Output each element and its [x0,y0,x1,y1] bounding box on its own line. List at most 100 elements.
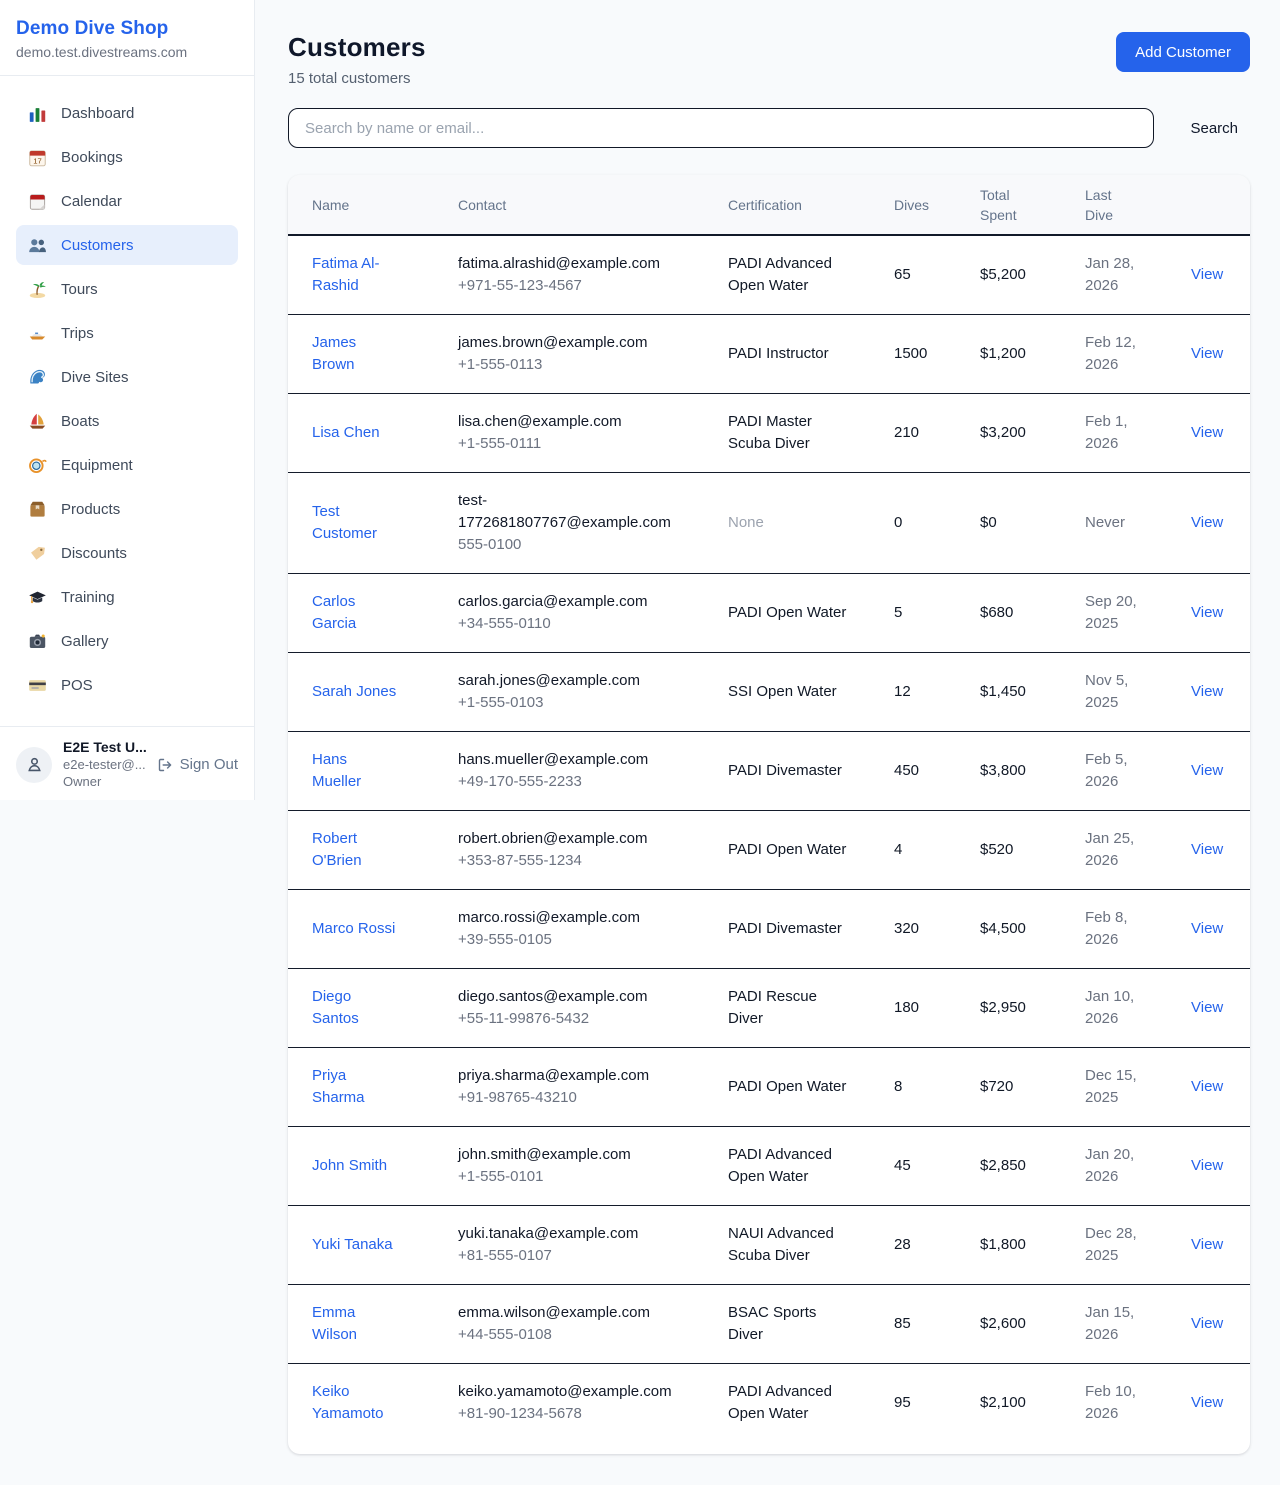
customer-name-link[interactable]: John Smith [312,1155,387,1177]
customer-total-spent: $1,800 [980,1206,1085,1285]
sidebar-item-label: Training [61,589,115,606]
tours-icon [28,280,47,299]
customer-last-dive: Jan 28, 2026 [1085,235,1191,315]
column-header-last-dive: Last Dive [1085,175,1191,235]
customer-name-link[interactable]: Diego Santos [312,986,398,1030]
sidebar-item-trips[interactable]: Trips [16,313,238,353]
view-link[interactable]: View [1191,762,1223,779]
view-link[interactable]: View [1191,604,1223,621]
sidebar-item-gallery[interactable]: Gallery [16,621,238,661]
search-input[interactable] [288,108,1154,148]
customer-dives: 450 [894,732,980,811]
customer-dives: 8 [894,1048,980,1127]
customer-total-spent: $3,800 [980,732,1085,811]
customer-phone: +81-90-1234-5678 [458,1403,683,1425]
view-link[interactable]: View [1191,1315,1223,1332]
sidebar-item-label: Dashboard [61,105,134,122]
customer-name-link[interactable]: Robert O'Brien [312,828,398,872]
customer-phone: +1-555-0101 [458,1166,683,1188]
table-row: Robert O'Brienrobert.obrien@example.com+… [288,811,1250,890]
view-link[interactable]: View [1191,1078,1223,1095]
pos-icon [28,676,47,695]
customer-phone: +1-555-0111 [458,433,683,455]
view-link[interactable]: View [1191,514,1223,531]
customer-name-link[interactable]: Emma Wilson [312,1302,398,1346]
sidebar-item-calendar[interactable]: Calendar [16,181,238,221]
view-link[interactable]: View [1191,345,1223,362]
user-name: E2E Test U... [63,739,146,756]
view-link[interactable]: View [1191,1236,1223,1253]
customer-name-link[interactable]: Sarah Jones [312,681,396,703]
customer-last-dive: Feb 5, 2026 [1085,732,1191,811]
customers-icon [28,236,47,255]
sidebar-item-dashboard[interactable]: Dashboard [16,93,238,133]
sidebar-item-label: Discounts [61,545,127,562]
sidebar-item-bookings[interactable]: 17 Bookings [16,137,238,177]
customer-last-dive: Feb 12, 2026 [1085,315,1191,394]
dive-sites-icon [28,368,47,387]
view-link[interactable]: View [1191,841,1223,858]
column-header-actions [1191,175,1250,235]
table-row: Keiko Yamamoto keiko.yamamoto@example.com… [288,1364,1250,1443]
column-header-certification: Certification [728,175,894,235]
customer-name-link[interactable]: Carlos Garcia [312,591,398,635]
customer-certification: BSAC Sports Diver [728,1302,851,1346]
view-link[interactable]: View [1191,424,1223,441]
customer-email: keiko.yamamoto@example.com [458,1381,683,1403]
search-button[interactable]: Search [1178,120,1250,137]
page-header: Customers 15 total customers Add Custome… [288,32,1250,87]
customer-email: fatima.alrashid@example.com [458,253,683,275]
dashboard-icon [28,104,47,123]
add-customer-button[interactable]: Add Customer [1116,32,1250,72]
customer-email: test-1772681807767@example.com [458,490,683,534]
column-header-name: Name [288,175,458,235]
user-email: e2e-tester@... [63,756,146,773]
view-link[interactable]: View [1191,1157,1223,1174]
customer-name-link[interactable]: Hans Mueller [312,749,398,793]
sidebar-item-label: POS [61,677,93,694]
sidebar-item-discounts[interactable]: Discounts [16,533,238,573]
svg-text:17: 17 [33,156,42,165]
customer-total-spent: $680 [980,574,1085,653]
customer-name-link[interactable]: Fatima Al-Rashid [312,253,398,297]
brand-name: Demo Dive Shop [16,18,238,40]
view-link[interactable]: View [1191,999,1223,1016]
customer-email: robert.obrien@example.com [458,828,683,850]
customer-name-link[interactable]: Lisa Chen [312,422,380,444]
sidebar-item-label: Dive Sites [61,369,129,386]
customer-name-link[interactable]: Marco Rossi [312,918,395,940]
view-link[interactable]: View [1191,1394,1223,1411]
customer-name-link[interactable]: James Brown [312,332,398,376]
customer-name-link[interactable]: Test Customer [312,501,398,545]
customer-last-dive: Feb 8, 2026 [1085,890,1191,969]
sidebar-item-training[interactable]: Training [16,577,238,617]
sidebar-item-boats[interactable]: Boats [16,401,238,441]
main-content: Customers 15 total customers Add Custome… [256,0,1280,1454]
sidebar-item-products[interactable]: Products [16,489,238,529]
sidebar-item-equipment[interactable]: Equipment [16,445,238,485]
view-link[interactable]: View [1191,266,1223,283]
customer-total-spent: $2,600 [980,1285,1085,1364]
customer-dives: 45 [894,1127,980,1206]
customer-dives: 65 [894,235,980,315]
customer-name-link[interactable]: Priya Sharma [312,1065,398,1109]
sidebar-item-tours[interactable]: Tours [16,269,238,309]
sidebar-item-label: Bookings [61,149,123,166]
customer-total-spent: $2,850 [980,1127,1085,1206]
customer-name-link[interactable]: Yuki Tanaka [312,1234,393,1256]
table-row: Emma Wilsonemma.wilson@example.com+44-55… [288,1285,1250,1364]
view-link[interactable]: View [1191,683,1223,700]
sign-out-button[interactable]: Sign Out [157,756,238,773]
table-row: Priya Sharmapriya.sharma@example.com+91-… [288,1048,1250,1127]
sidebar-item-dive-sites[interactable]: Dive Sites [16,357,238,397]
table-row: Carlos Garciacarlos.garcia@example.com+3… [288,574,1250,653]
sidebar-item-pos[interactable]: POS [16,665,238,705]
customer-email: sarah.jones@example.com [458,670,683,692]
sidebar-item-label: Tours [61,281,98,298]
sign-out-icon [157,757,173,773]
sidebar-item-customers[interactable]: Customers [16,225,238,265]
sidebar-item-label: Products [61,501,120,518]
customer-dives: 0 [894,473,980,574]
customer-name-link[interactable]: Keiko Yamamoto [312,1381,398,1425]
view-link[interactable]: View [1191,920,1223,937]
